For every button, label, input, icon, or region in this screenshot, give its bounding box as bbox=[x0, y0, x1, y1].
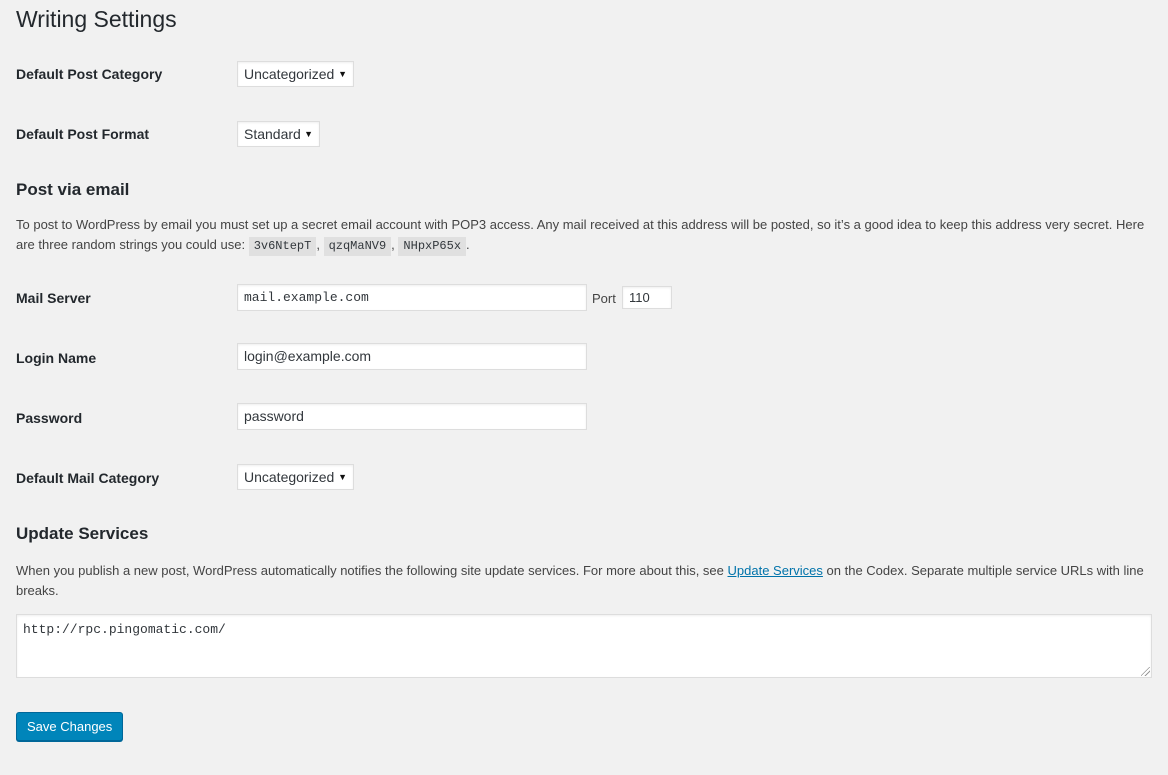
default-post-format-select[interactable]: Standard ▼ bbox=[237, 121, 320, 147]
post-via-email-heading: Post via email bbox=[16, 180, 130, 199]
default-post-format-value: Standard bbox=[244, 126, 301, 142]
update-services-description: When you publish a new post, WordPress a… bbox=[16, 561, 1156, 601]
mail-server-label: Mail Server bbox=[16, 290, 91, 306]
update-services-link[interactable]: Update Services bbox=[728, 563, 823, 578]
password-input[interactable]: password bbox=[237, 403, 587, 430]
password-label: Password bbox=[16, 410, 83, 426]
chevron-down-icon: ▼ bbox=[304, 129, 313, 139]
login-name-label: Login Name bbox=[16, 350, 97, 366]
default-post-category-label: Default Post Category bbox=[16, 66, 163, 82]
default-mail-category-value: Uncategorized bbox=[244, 469, 335, 485]
update-services-text: When you publish a new post, WordPress a… bbox=[16, 563, 724, 578]
random-string-3: NHpxP65x bbox=[398, 237, 467, 256]
random-string-1: 3v6NtepT bbox=[248, 237, 317, 256]
separator: , bbox=[391, 237, 395, 252]
chevron-down-icon: ▼ bbox=[338, 472, 347, 482]
update-services-heading: Update Services bbox=[16, 524, 149, 543]
ping-sites-value: http://rpc.pingomatic.com/ bbox=[23, 622, 226, 637]
login-name-input[interactable]: login@example.com bbox=[237, 343, 587, 370]
ping-sites-textarea[interactable]: http://rpc.pingomatic.com/ bbox=[16, 614, 1152, 678]
port-input[interactable]: 110 bbox=[622, 286, 672, 309]
page-title: Writing Settings bbox=[16, 6, 177, 32]
post-via-email-text: To post to WordPress by email you must s… bbox=[16, 217, 1145, 252]
random-string-2: qzqMaNV9 bbox=[323, 237, 392, 256]
mail-server-input[interactable]: mail.example.com bbox=[237, 284, 587, 311]
period: . bbox=[466, 237, 470, 252]
default-mail-category-select[interactable]: Uncategorized ▼ bbox=[237, 464, 354, 490]
default-post-category-value: Uncategorized bbox=[244, 66, 335, 82]
separator: , bbox=[316, 237, 320, 252]
port-label: Port bbox=[592, 291, 616, 306]
default-mail-category-label: Default Mail Category bbox=[16, 470, 160, 486]
chevron-down-icon: ▼ bbox=[338, 69, 347, 79]
post-via-email-description: To post to WordPress by email you must s… bbox=[16, 215, 1156, 256]
save-changes-button[interactable]: Save Changes bbox=[16, 712, 124, 741]
default-post-format-label: Default Post Format bbox=[16, 126, 150, 142]
writing-settings-page: Writing Settings Default Post Category U… bbox=[0, 0, 1168, 775]
default-post-category-select[interactable]: Uncategorized ▼ bbox=[237, 61, 354, 87]
resize-handle-icon[interactable] bbox=[1141, 667, 1150, 676]
